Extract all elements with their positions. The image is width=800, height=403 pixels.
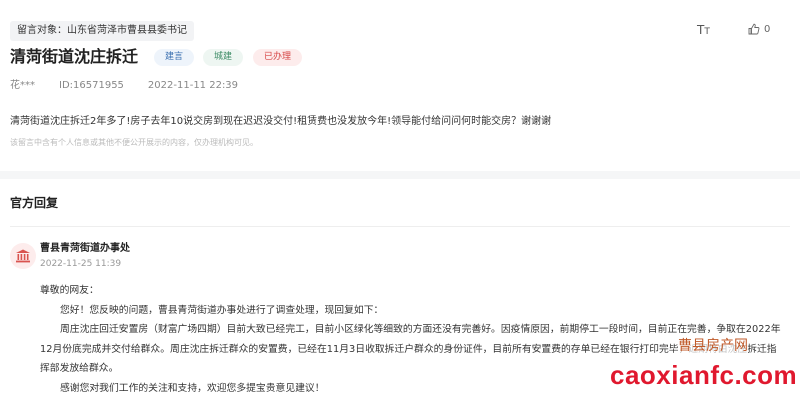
like-count: 0	[764, 24, 771, 35]
font-size-icon[interactable]: TT	[697, 22, 715, 38]
reply-organization: 曹县青菏街道办事处	[40, 243, 130, 254]
thumbs-up-icon	[748, 23, 760, 35]
official-reply-heading: 官方回复	[10, 196, 59, 210]
reply-time: 2022-11-25 11:39	[40, 259, 122, 269]
like-button[interactable]: 0	[748, 22, 770, 38]
tag-suggestion: 建言	[154, 49, 195, 66]
reply-greeting: 尊敬的网友：	[40, 285, 99, 296]
post-meta: 花*** ID:16571955 2022-11-11 22:39	[10, 79, 262, 93]
government-building-icon	[16, 249, 30, 263]
section-divider	[0, 171, 800, 179]
status-badge: 已办理	[253, 49, 303, 66]
privacy-notice: 该留言中含有个人信息或其他不便公开展示的内容，仅办理机构可见。	[10, 138, 258, 147]
post-id: ID:16571955	[59, 80, 124, 91]
recipient-label: 留言对象：山东省菏泽市曹县县委书记	[10, 21, 194, 41]
watermark-text: 曹县房产网	[678, 337, 748, 355]
watermark-logo: caoxianfc.com	[610, 360, 798, 390]
avatar	[10, 243, 36, 269]
divider-line	[10, 226, 790, 227]
reply-paragraph: 您好！您反映的问题，曹县青菏街道办事处进行了调查处理，现回复如下：	[60, 304, 384, 316]
page-title: 清菏街道沈庄拆迁	[10, 47, 139, 66]
post-time: 2022-11-11 22:39	[147, 80, 239, 91]
tag-urban-construction: 城建	[203, 49, 244, 66]
post-content: 清菏街道沈庄拆迁2年多了!房子去年10说交房到现在迟迟没交付!租赁费也没发放今年…	[10, 116, 552, 127]
author: 花***	[10, 80, 35, 91]
